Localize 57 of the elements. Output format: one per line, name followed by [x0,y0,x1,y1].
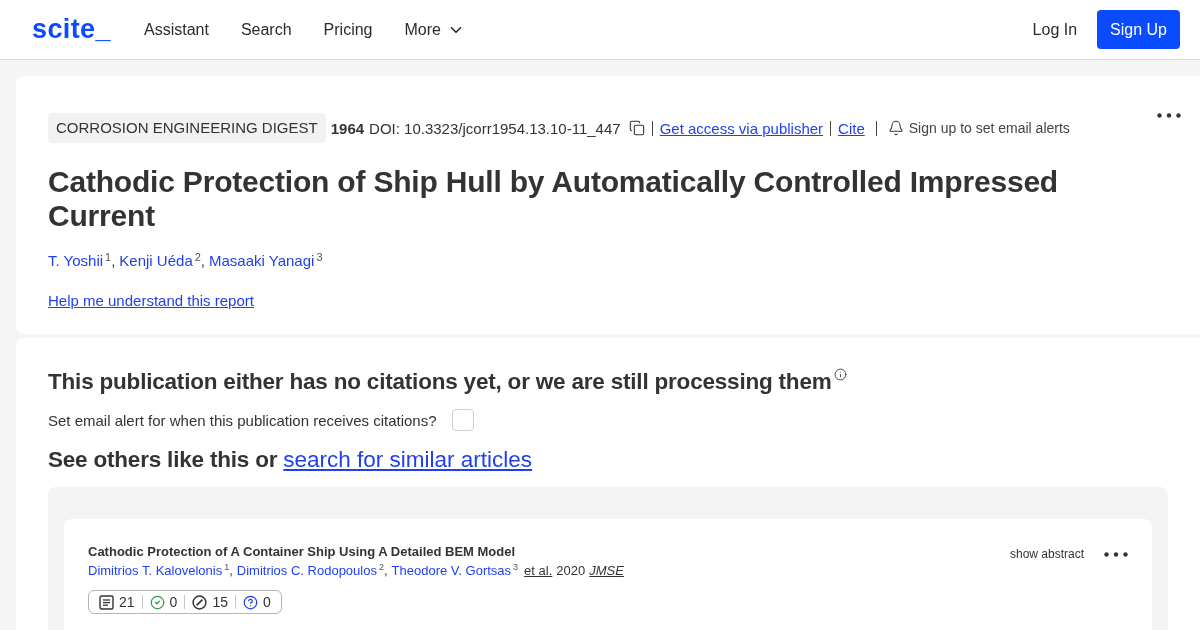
author-link[interactable]: Kenji Uéda [119,251,193,271]
author-separator: , [200,251,206,271]
more-icon [1104,551,1128,557]
author-link[interactable]: T. Yoshii [48,251,104,271]
citation-count: 0 [262,594,271,610]
citation-count: 15 [212,594,228,610]
show-abstract-button[interactable]: show abstract [1009,547,1084,561]
citation-count: 21 [119,594,135,610]
more-icon [1157,112,1181,118]
article-title: Cathodic Protection of A Container Ship Using A Detailed BEM Model [88,543,517,561]
help-link[interactable]: Help me understand this report [48,292,254,309]
et-al-link[interactable]: et al. [524,562,553,580]
citation-tally[interactable]: 21 0 15 0 [88,590,282,614]
more-button[interactable] [1156,110,1182,120]
nav-link[interactable]: More [404,20,465,39]
more-button[interactable] [1104,550,1128,558]
question-circle-icon [242,594,258,610]
affiliation-index: 1 [224,562,230,572]
info-icon[interactable] [833,368,847,381]
author-link[interactable]: Dimitrios C. Rodopoulos [236,562,377,580]
citation-count: 0 [169,594,178,610]
logo[interactable]: scite_ [32,14,111,45]
year-text: 2020 [556,562,586,580]
check-circle-icon [149,594,165,610]
citations-heading: This publication either has no citations yet, or we are still processing them [48,368,832,396]
author-separator: , [383,562,388,580]
author-separator: , [229,562,233,580]
doi-text: DOI: 10.3323/jcorr1954.13.10-11_447 [369,119,621,137]
slash-circle-icon [192,594,208,610]
affiliation-index: 1 [105,251,112,263]
similar-search-link[interactable]: search for similar articles [283,447,533,472]
nav-link[interactable]: Pricing [323,20,373,39]
author-link[interactable]: Dimitrios T. Kalovelonis [88,562,223,580]
affiliation-index: 3 [513,562,519,572]
similar-articles-heading: See others like this or search for similar articles [48,446,534,474]
document-icon [99,594,114,610]
nav-link[interactable]: Search [240,20,292,39]
journal-link[interactable]: JMSE [589,562,624,580]
email-alert-link[interactable]: Sign up to set email alerts [908,120,1070,136]
sign-up-button[interactable]: Sign Up [1097,10,1180,49]
bell-icon [887,120,904,136]
report-title: Cathodic Protection of Ship Hull by Automatically Controlled Impressed Current [48,165,1059,233]
copy-icon[interactable] [628,120,645,136]
publisher-link[interactable]: Get access via publisher [659,119,824,137]
nav-link[interactable]: Assistant [143,20,209,39]
affiliation-index: 3 [316,251,323,263]
publisher-link[interactable]: Cite [838,119,865,137]
author-separator: , [111,251,116,271]
author-link[interactable]: Masaaki Yanagi [209,251,315,271]
affiliation-index: 2 [194,251,201,263]
affiliation-index: 2 [378,562,384,572]
author-link[interactable]: Theodore V. Gortsas [391,562,512,580]
email-alert-checkbox[interactable] [451,409,474,431]
year-text: 1964 [330,119,365,137]
email-alert-label: Set email alert for when this publication receives citations? [48,411,437,429]
journal-tag: CORROSION ENGINEERING DIGEST [48,113,326,143]
login-link[interactable]: Log In [1032,20,1078,39]
